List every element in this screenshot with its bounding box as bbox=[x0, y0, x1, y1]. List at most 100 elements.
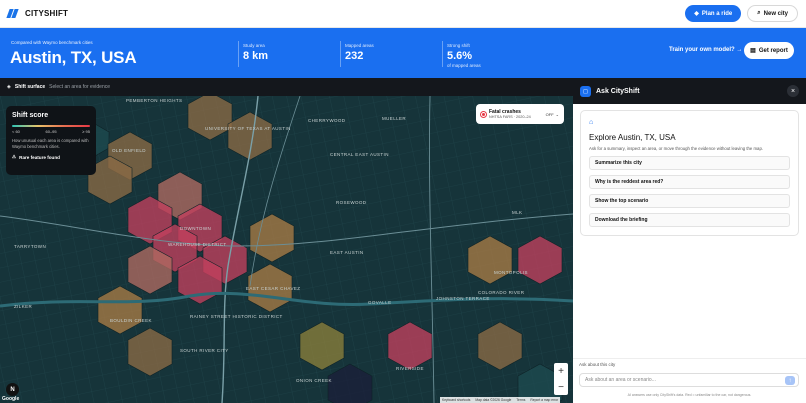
map-label: ZILKER bbox=[14, 304, 33, 309]
map-data-text: Map data ©2026 Google bbox=[475, 398, 512, 402]
map-label: MLK bbox=[512, 210, 522, 215]
map-label: TARRYTOWN bbox=[14, 244, 46, 249]
map-label: ONION CREEK bbox=[296, 378, 332, 383]
map-label: DOWNTOWN bbox=[180, 226, 211, 231]
ask-input[interactable]: Ask about an area or scenario... ↑ bbox=[579, 373, 799, 387]
map-label: UNIVERSITY OF TEXAS AT AUSTIN bbox=[205, 126, 291, 131]
map-toolbar: ◈ Shift surface Select an area for evide… bbox=[0, 78, 573, 96]
map-label: MUELLER bbox=[382, 116, 406, 121]
send-arrow-icon[interactable]: ↑ bbox=[785, 376, 795, 385]
rare-feature-button[interactable]: ⚠ Rare feature found bbox=[12, 154, 90, 160]
suggestion-button[interactable]: Show the top scenario bbox=[589, 194, 790, 208]
map-toolbar-title: Shift surface bbox=[14, 84, 46, 90]
zoom-in-button[interactable]: + bbox=[558, 366, 564, 377]
plan-ride-button[interactable]: ◆ Plan a ride bbox=[685, 5, 742, 22]
car-icon: ◆ bbox=[694, 11, 699, 17]
keyboard-shortcuts-link[interactable]: Keyboard shortcuts bbox=[442, 398, 470, 402]
map-label: GOVALLE bbox=[368, 300, 391, 305]
ask-placeholder: Ask about an area or scenario... bbox=[585, 377, 656, 383]
ask-panel-title: Ask CityShift bbox=[596, 87, 640, 95]
map-label: CENTRAL EAST AUSTIN bbox=[330, 152, 389, 157]
train-model-link[interactable]: Train your own model? → bbox=[669, 47, 742, 53]
shift-score-legend: Shift score < 60 60–95 ≥ 95 How unusual … bbox=[6, 106, 96, 175]
ask-panel-header: ◻ Ask CityShift × bbox=[573, 78, 806, 104]
map-label: RAINEY STREET HISTORIC DISTRICT bbox=[190, 314, 283, 319]
city-hero: Compared with Waymo benchmark cities Aus… bbox=[0, 28, 806, 78]
document-icon: ▤ bbox=[750, 48, 756, 54]
fatal-source: NHTSA FARS · 2020–24 bbox=[489, 115, 531, 119]
explore-title: Explore Austin, TX, USA bbox=[589, 133, 676, 142]
explore-description: Ask for a summary, inspect an area, or m… bbox=[589, 146, 764, 151]
chevron-down-icon: ⌄ bbox=[555, 111, 559, 117]
logo-mark-icon bbox=[6, 9, 20, 18]
zoom-control: + − bbox=[554, 363, 568, 395]
map-label: BOULDIN CREEK bbox=[110, 318, 152, 323]
suggestion-button[interactable]: Summarize this city bbox=[589, 156, 790, 170]
map-label: SOUTH RIVER CITY bbox=[180, 348, 229, 353]
score-gradient bbox=[12, 125, 90, 127]
layers-icon: ◈ bbox=[7, 84, 11, 90]
divider bbox=[573, 358, 806, 359]
legend-title: Shift score bbox=[12, 112, 49, 119]
legend-ticks: < 60 60–95 ≥ 95 bbox=[12, 129, 90, 134]
city-title: Austin, TX, USA bbox=[10, 48, 137, 67]
map-label: MONTOPOLIS bbox=[494, 270, 528, 275]
map-label: EAST AUSTIN bbox=[330, 250, 364, 255]
map-label: OLD ENFIELD bbox=[112, 148, 146, 153]
ask-label: Ask about this city bbox=[579, 362, 616, 367]
top-bar: CITYSHIFT ◆ Plan a ride ⌕ New city bbox=[0, 0, 806, 28]
stat-value: 232 bbox=[345, 50, 364, 62]
map-label: COLORADO RIVER bbox=[478, 290, 525, 295]
toggle-label: OFF bbox=[545, 111, 554, 117]
map-label: RIVERSIDE bbox=[396, 366, 424, 371]
stat-study-area: Study area 8 km bbox=[243, 43, 268, 62]
stat-mapped-areas: Mapped areas 232 bbox=[345, 43, 374, 62]
new-city-label: New city bbox=[763, 10, 788, 17]
close-icon[interactable]: × bbox=[787, 85, 799, 97]
chat-icon: ◻ bbox=[580, 85, 591, 97]
stat-value: 5.6% bbox=[447, 50, 473, 62]
legend-tick: ≥ 95 bbox=[82, 129, 90, 134]
suggestion-button[interactable]: Why is the reddest area red? bbox=[589, 175, 790, 189]
ask-panel: ◻ Ask CityShift × ⌂ Explore Austin, TX, … bbox=[573, 78, 806, 403]
map-toolbar-hint: Select an area for evidence bbox=[49, 84, 111, 90]
get-report-label: Get report bbox=[758, 47, 788, 54]
search-icon: ⌕ bbox=[757, 10, 761, 16]
map-label: CHERRYWOOD bbox=[308, 118, 346, 123]
app-logo[interactable]: CITYSHIFT bbox=[6, 9, 69, 18]
report-error-link[interactable]: Report a map error bbox=[530, 398, 558, 402]
divider bbox=[238, 41, 239, 67]
legend-tick: 60–95 bbox=[45, 129, 57, 134]
app-name: CITYSHIFT bbox=[25, 9, 69, 18]
warning-icon: ⚠ bbox=[12, 154, 17, 160]
hero-eyebrow: Compared with Waymo benchmark cities bbox=[11, 40, 93, 45]
google-logo: Google bbox=[2, 396, 20, 402]
north-compass-button[interactable]: N bbox=[6, 383, 19, 396]
crash-dot-icon bbox=[481, 111, 486, 117]
map-label: WAREHOUSE DISTRICT bbox=[168, 242, 227, 247]
fatal-crashes-toggle[interactable]: Fatal crashes NHTSA FARS · 2020–24 OFF ⌄ bbox=[476, 104, 564, 124]
toggle-state[interactable]: OFF ⌄ bbox=[546, 112, 559, 117]
map-label: JOHNSTON TERRACE bbox=[436, 296, 490, 301]
plan-ride-label: Plan a ride bbox=[701, 10, 733, 17]
divider bbox=[442, 41, 443, 67]
stat-sub: of mapped areas bbox=[447, 63, 481, 68]
legend-tick: < 60 bbox=[12, 129, 20, 134]
stat-value: 8 km bbox=[243, 50, 269, 62]
ask-footer: AI answers use only CityShift's data. Re… bbox=[627, 393, 752, 397]
map-label: ROSEWOOD bbox=[336, 200, 367, 205]
divider bbox=[340, 41, 341, 67]
stat-strong-shift: Strong shift 5.6% of mapped areas bbox=[447, 43, 481, 68]
map-label: PEMBERTON HEIGHTS bbox=[126, 98, 182, 103]
get-report-button[interactable]: ▤ Get report bbox=[744, 42, 794, 59]
new-city-button[interactable]: ⌕ New city bbox=[747, 5, 798, 22]
map-label: EAST CESAR CHAVEZ bbox=[246, 286, 300, 291]
zoom-out-button[interactable]: − bbox=[558, 382, 564, 393]
bot-icon: ⌂ bbox=[589, 119, 594, 126]
legend-description: How unusual each area is compared with W… bbox=[12, 138, 89, 149]
stat-label: Study area bbox=[243, 43, 265, 48]
suggestion-button[interactable]: Download the briefing bbox=[589, 213, 790, 227]
stat-label: Mapped areas bbox=[345, 43, 374, 48]
terms-link[interactable]: Terms bbox=[516, 398, 525, 402]
rare-feature-label: Rare feature found bbox=[19, 154, 60, 160]
